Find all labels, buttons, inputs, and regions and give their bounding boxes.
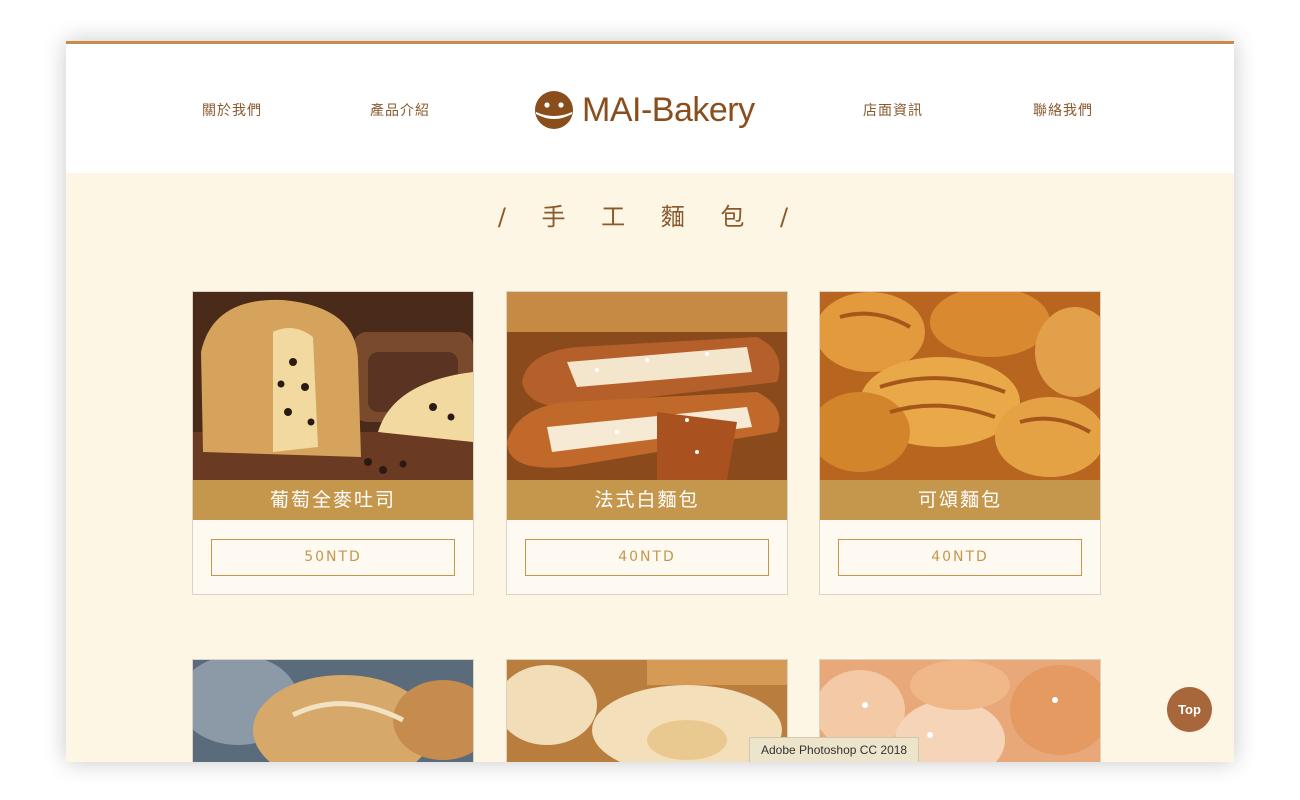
product-card[interactable]: 可頌麵包 40NTD — [819, 291, 1101, 595]
product-image-croissant — [820, 292, 1100, 480]
product-image-country-bread — [193, 660, 473, 762]
product-card-partial[interactable] — [192, 659, 474, 762]
site-header: 關於我們 產品介紹 MAI-Bakery 店面資訊 聯絡我們 — [66, 44, 1234, 173]
section-title: / 手 工 麵 包 / — [497, 203, 803, 231]
browser-window: 關於我們 產品介紹 MAI-Bakery 店面資訊 聯絡我們 / 手 工 麵 包… — [66, 41, 1234, 762]
logo-text: MAI-Bakery — [582, 90, 755, 129]
price-button[interactable]: 50NTD — [211, 539, 455, 576]
site-logo[interactable]: MAI-Bakery — [534, 88, 755, 132]
price-button[interactable]: 40NTD — [525, 539, 769, 576]
price-button[interactable]: 40NTD — [838, 539, 1082, 576]
app-tooltip: Adobe Photoshop CC 2018 — [749, 737, 920, 762]
product-name: 法式白麵包 — [507, 480, 787, 520]
back-to-top-button[interactable]: Top — [1167, 687, 1212, 732]
nav-about[interactable]: 關於我們 — [202, 100, 262, 120]
nav-products[interactable]: 產品介紹 — [370, 100, 430, 120]
bread-smiley-icon — [535, 91, 573, 129]
product-name: 可頌麵包 — [820, 480, 1100, 520]
nav-stores[interactable]: 店面資訊 — [863, 100, 923, 120]
product-card[interactable]: 葡萄全麥吐司 50NTD — [192, 291, 474, 595]
product-card[interactable]: 法式白麵包 40NTD — [506, 291, 788, 595]
product-name: 葡萄全麥吐司 — [193, 480, 473, 520]
product-image-french-bread — [507, 292, 787, 480]
product-image-baguette — [507, 660, 787, 762]
nav-contact[interactable]: 聯絡我們 — [1033, 100, 1093, 120]
product-image-raisin-bread — [193, 292, 473, 480]
product-card-partial[interactable] — [506, 659, 788, 762]
